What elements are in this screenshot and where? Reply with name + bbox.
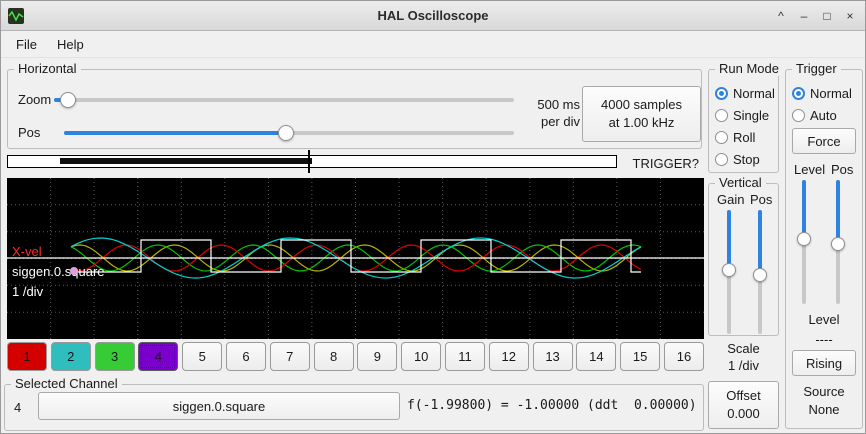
trigger-source-value[interactable]: None [786,402,862,417]
minimize-icon[interactable]: – [795,7,813,25]
channel-button-2[interactable]: 2 [51,342,91,371]
zoom-slider-handle[interactable] [60,92,76,108]
channel-button-9[interactable]: 9 [357,342,397,371]
samples-count: 4000 samples [601,96,682,114]
offset-button[interactable]: Offset 0.000 [708,381,779,429]
channel-button-6[interactable]: 6 [226,342,266,371]
menu-file[interactable]: File [7,34,46,55]
menubar: File Help [1,31,865,58]
scope-label-scale: 1 /div [12,284,43,299]
zoom-slider[interactable] [54,91,514,109]
channel-button-16[interactable]: 16 [664,342,704,371]
maximize-icon[interactable]: □ [818,7,836,25]
offset-caption: Offset [726,387,760,405]
record-position-bar[interactable] [7,155,617,168]
radio-icon [715,153,728,166]
scope-label-channel-name: siggen.0.square [12,264,105,279]
run-mode-group-title: Run Mode [715,61,783,76]
channel-button-15[interactable]: 15 [620,342,660,371]
radio-icon [715,87,728,100]
radio-icon [792,87,805,100]
scale-caption: Scale [708,341,779,356]
trigger-pos-slider-handle[interactable] [831,237,845,251]
trigger-source-caption: Source [786,384,862,399]
trigger-option-normal[interactable]: Normal [792,85,852,101]
pos-slider-handle[interactable] [278,125,294,141]
value-readout: f(-1.99800) = -1.00000 (ddt 0.00000) [407,398,697,413]
pos-slider[interactable] [64,124,514,142]
radio-icon [792,109,805,122]
menu-help[interactable]: Help [48,34,93,55]
radio-icon [715,131,728,144]
waveform-canvas [7,178,704,339]
channel-button-8[interactable]: 8 [314,342,354,371]
time-per-div: 500 ms per div [516,96,580,130]
channel-button-12[interactable]: 12 [489,342,529,371]
time-per-div-value: 500 ms [516,96,580,113]
radio-icon [715,109,728,122]
channel-button-3[interactable]: 3 [95,342,135,371]
gain-slider-handle[interactable] [722,263,736,277]
vertical-group-title: Vertical [715,175,766,190]
window-title: HAL Oscilloscope [1,8,865,23]
run-mode-option-roll[interactable]: Roll [715,129,755,145]
run-mode-option-stop[interactable]: Stop [715,151,760,167]
channel-button-13[interactable]: 13 [533,342,573,371]
time-per-div-unit: per div [516,113,580,130]
zoom-label: Zoom [18,92,51,107]
samples-button[interactable]: 4000 samples at 1.00 kHz [582,86,701,142]
trigger-level-caption: Level [786,312,862,327]
channel-button-4[interactable]: 4 [138,342,178,371]
scale-value: 1 /div [708,358,779,373]
run-mode-group: Run Mode Normal Single Roll Stop [708,69,779,173]
trigger-level-value: ---- [786,332,862,347]
channel-button-1[interactable]: 1 [7,342,47,371]
channel-button-11[interactable]: 11 [445,342,485,371]
window-controls: ^ – □ × [772,7,859,25]
scope-display: X-vel siggen.0.square 1 /div [7,178,704,339]
trigger-edge-button[interactable]: Rising [792,350,856,376]
run-mode-option-normal[interactable]: Normal [715,85,775,101]
vertical-pos-label: Pos [750,192,772,207]
channel-button-14[interactable]: 14 [576,342,616,371]
trigger-level-slider[interactable] [796,180,812,304]
samples-rate: at 1.00 kHz [609,114,675,132]
force-button[interactable]: Force [792,128,856,154]
trigger-position-marker[interactable] [308,150,310,173]
selected-channel-group: Selected Channel 4 siggen.0.square f(-1.… [4,384,704,431]
selected-channel-group-title: Selected Channel [11,376,122,391]
vertical-pos-slider[interactable] [752,210,768,334]
trigger-level-slider-handle[interactable] [797,232,811,246]
gain-slider[interactable] [721,210,737,334]
channel-row: 1 2 3 4 5 6 7 8 9 10 11 12 13 14 15 16 [7,342,704,371]
titlebar: HAL Oscilloscope ^ – □ × [1,1,865,31]
offset-value: 0.000 [727,405,760,423]
channel-button-5[interactable]: 5 [182,342,222,371]
trigger-level-label: Level [794,162,825,177]
gain-label: Gain [717,192,744,207]
app-window: HAL Oscilloscope ^ – □ × File Help Horiz… [0,0,866,434]
trigger-group-title: Trigger [792,61,841,76]
close-icon[interactable]: × [841,7,859,25]
trigger-group: Trigger Normal Auto Force Level Pos Leve… [785,69,863,429]
horizontal-group: Horizontal Zoom 500 ms per div 4000 samp… [7,69,702,149]
channel-name-button[interactable]: siggen.0.square [38,392,400,420]
trigger-pos-label: Pos [831,162,853,177]
shade-icon[interactable]: ^ [772,7,790,25]
zoom-slider-groove[interactable] [54,98,514,102]
horizontal-group-title: Horizontal [14,61,81,76]
scope-label-xvel: X-vel [12,244,42,259]
trigger-option-auto[interactable]: Auto [792,107,837,123]
channel-button-10[interactable]: 10 [401,342,441,371]
selected-channel-number: 4 [14,400,21,415]
channel-position-marker[interactable] [70,267,78,275]
trigger-status-label: TRIGGER? [627,156,699,171]
run-mode-option-single[interactable]: Single [715,107,769,123]
vertical-pos-slider-handle[interactable] [753,268,767,282]
trigger-pos-slider[interactable] [830,180,846,304]
pos-label: Pos [18,125,40,140]
record-window-segment[interactable] [60,158,312,164]
vertical-group: Vertical Gain Pos [708,183,779,336]
channel-button-7[interactable]: 7 [270,342,310,371]
